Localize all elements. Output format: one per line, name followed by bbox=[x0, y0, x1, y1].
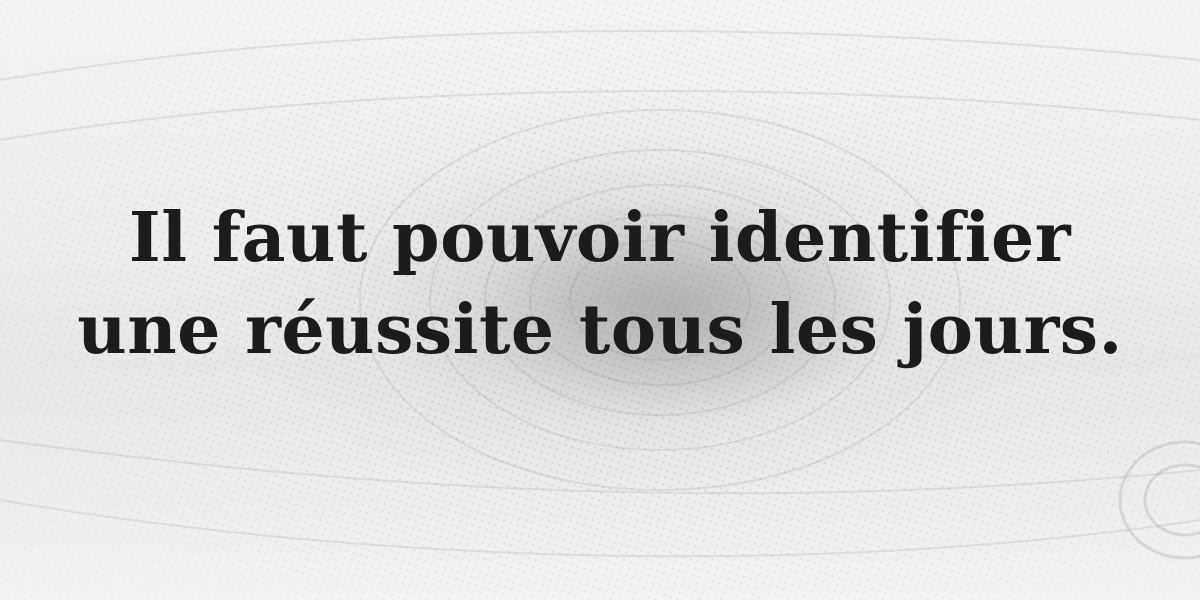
quote-line-2: une réussite tous les jours. bbox=[77, 290, 1123, 370]
quote-line-1: Il faut pouvoir identifier bbox=[128, 198, 1072, 278]
quote-card: Il faut pouvoir identifier une réussite … bbox=[0, 0, 1200, 600]
quote-text: Il faut pouvoir identifier une réussite … bbox=[0, 192, 1200, 376]
